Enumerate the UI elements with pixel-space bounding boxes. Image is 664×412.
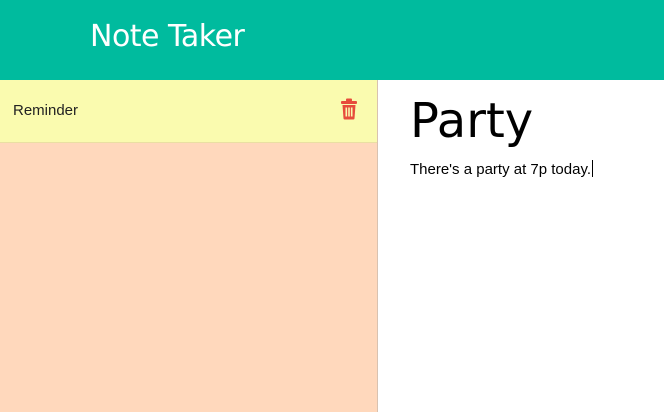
note-list-item[interactable]: Reminder	[0, 80, 377, 143]
navbar: Note Taker	[0, 0, 664, 80]
brand-link[interactable]: Note Taker	[90, 19, 245, 55]
note-item-title: Reminder	[13, 102, 79, 119]
notes-sidebar: Reminder	[0, 80, 378, 412]
text-cursor	[592, 160, 594, 177]
note-text-content: There's a party at 7p today.	[410, 161, 592, 178]
note-editor: There's a party at 7p today.	[379, 80, 664, 412]
note-text-area[interactable]: There's a party at 7p today.	[410, 160, 660, 360]
trash-icon[interactable]	[339, 98, 359, 120]
note-title-input[interactable]	[410, 89, 660, 153]
